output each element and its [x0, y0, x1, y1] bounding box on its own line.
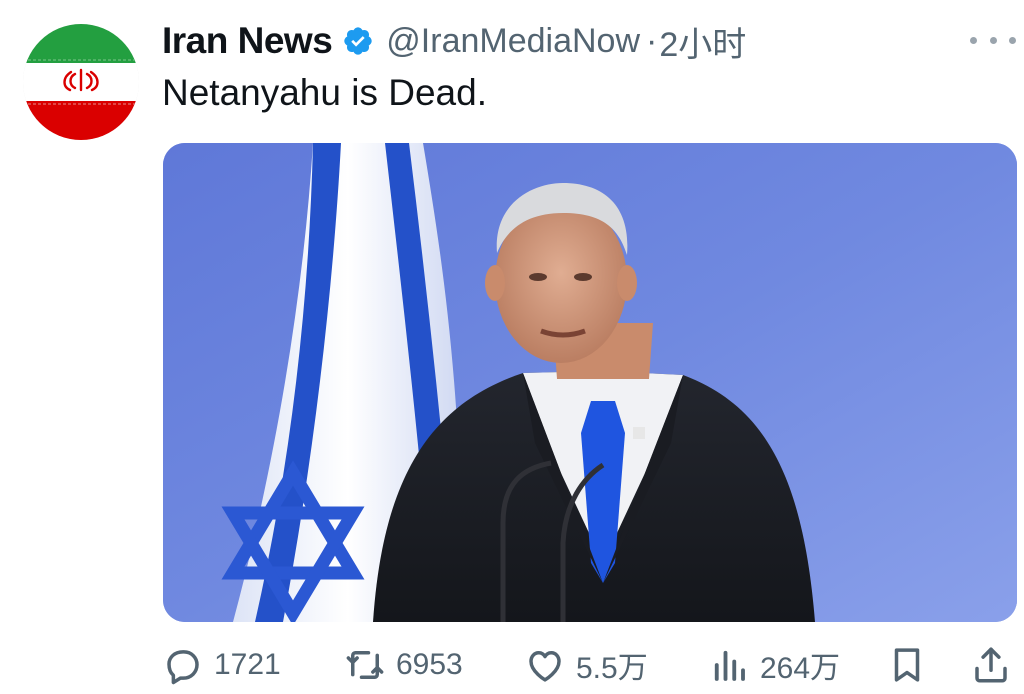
like-count: 5.5万 [576, 652, 648, 685]
repost-button[interactable]: 6953 [344, 644, 463, 686]
more-dot-icon [1009, 36, 1016, 44]
author-handle[interactable]: @IranMediaNow [386, 22, 640, 61]
tweet-timestamp[interactable]: 2小时 [659, 17, 746, 66]
more-dot-icon [989, 36, 997, 44]
views-button[interactable]: 264万 [708, 644, 840, 686]
more-dot-icon [970, 36, 977, 44]
repost-icon [346, 651, 384, 679]
bookmark-icon [894, 648, 920, 682]
reply-button[interactable]: 1721 [162, 644, 281, 686]
bookmark-button[interactable] [886, 644, 928, 686]
iran-flag-icon [23, 24, 139, 140]
tweet-header: Iran News @IranMediaNow · 2小时 [162, 16, 746, 66]
repost-count: 6953 [396, 648, 463, 681]
avatar[interactable] [23, 24, 139, 140]
photo-illustration [163, 143, 1017, 622]
action-bar: 1721 6953 5.5万 264万 [162, 640, 1022, 692]
like-button[interactable]: 5.5万 [524, 644, 648, 686]
tweet-photo[interactable] [163, 143, 1017, 622]
view-count: 264万 [760, 652, 841, 685]
display-name[interactable]: Iran News [162, 20, 333, 62]
tweet-text: Netanyahu is Dead. [162, 72, 487, 113]
reply-count: 1721 [214, 648, 281, 681]
heart-icon [529, 651, 561, 682]
separator-dot: · [646, 21, 658, 60]
reply-icon [167, 650, 199, 685]
share-button[interactable] [970, 644, 1012, 686]
views-chart-icon [714, 650, 745, 681]
share-icon [975, 647, 1007, 683]
verified-badge-icon [342, 25, 374, 57]
more-options-button[interactable] [970, 30, 1016, 50]
tweet: Iran News @IranMediaNow · 2小时 Netanyahu … [0, 0, 1024, 694]
